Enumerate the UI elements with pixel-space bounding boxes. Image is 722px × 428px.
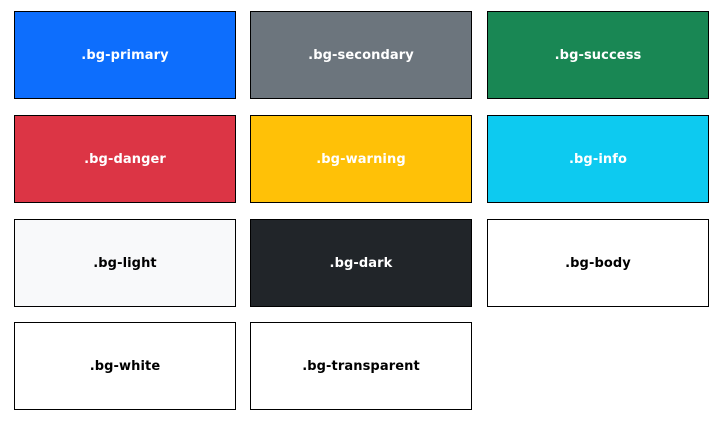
swatch-bg-info: .bg-info xyxy=(487,115,709,203)
swatch-bg-danger: .bg-danger xyxy=(14,115,236,203)
swatch-label: .bg-info xyxy=(568,151,628,167)
swatch-bg-warning: .bg-warning xyxy=(250,115,472,203)
swatch-label: .bg-dark xyxy=(329,255,393,271)
swatch-bg-light: .bg-light xyxy=(14,219,236,307)
swatch-label: .bg-white xyxy=(89,358,161,374)
swatch-label: .bg-danger xyxy=(84,151,166,167)
swatch-bg-secondary: .bg-secondary xyxy=(250,11,472,99)
swatch-label: .bg-primary xyxy=(81,47,169,63)
color-swatch-grid: .bg-primary .bg-secondary .bg-success .b… xyxy=(0,0,722,428)
swatch-bg-body: .bg-body xyxy=(487,219,709,307)
swatch-bg-success: .bg-success xyxy=(487,11,709,99)
swatch-label: .bg-light xyxy=(93,255,157,271)
swatch-bg-dark: .bg-dark xyxy=(250,219,472,307)
swatch-label: .bg-transparent xyxy=(302,358,420,374)
swatch-bg-transparent: .bg-transparent xyxy=(250,322,472,410)
swatch-label: .bg-warning xyxy=(316,151,406,167)
swatch-label: .bg-body xyxy=(565,255,631,271)
swatch-label: .bg-secondary xyxy=(308,47,414,63)
swatch-bg-white: .bg-white xyxy=(14,322,236,410)
swatch-bg-primary: .bg-primary xyxy=(14,11,236,99)
swatch-label: .bg-success xyxy=(554,47,642,63)
